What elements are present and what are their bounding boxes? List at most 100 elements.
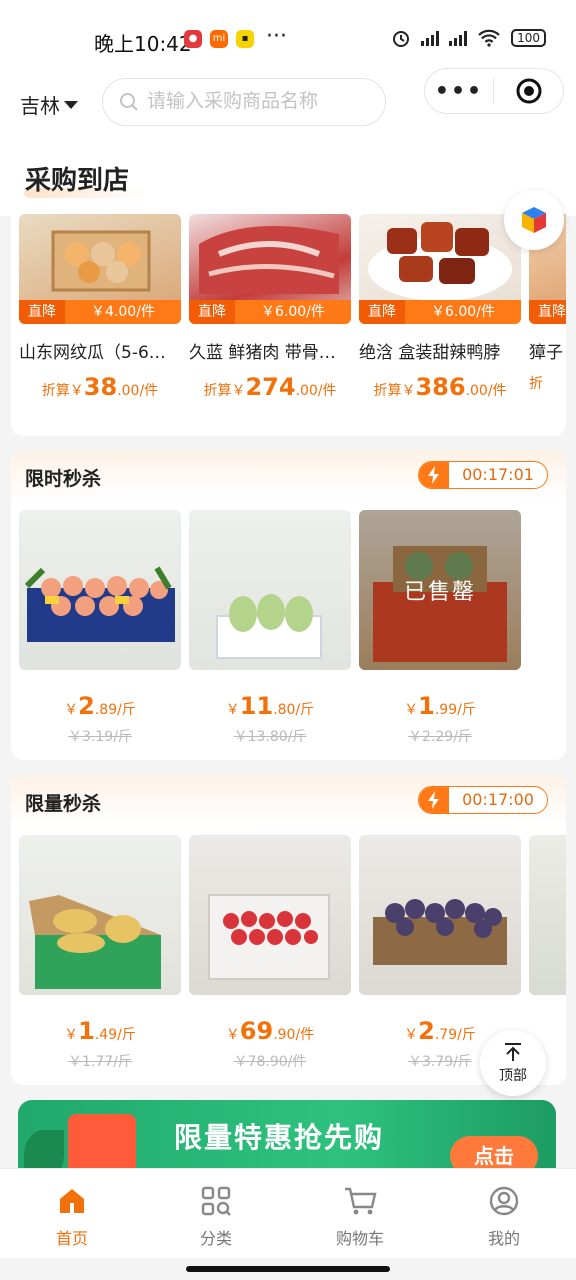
pineapple-box-illustration	[29, 895, 161, 989]
peach-crate-illustration	[24, 566, 175, 642]
sale-price: ￥1.49/斤	[19, 1017, 181, 1045]
price-int: 11	[239, 692, 274, 720]
flash-sale-list: ￥2.89/斤 ￥3.19/斤 ￥11.80/斤 ￥13.80/斤 已售罄 ￥1…	[19, 510, 521, 746]
tab-cart[interactable]: 购物车	[288, 1169, 432, 1258]
product-image: 直降 ￥6.00/件	[359, 214, 521, 324]
flash-item[interactable]: ￥69.90/件 ￥78.90/件	[189, 835, 351, 1071]
flash-sale-title: 限量秒杀	[25, 793, 102, 815]
tab-label: 我的	[487, 1229, 520, 1248]
procure-title: 采购到店	[25, 166, 130, 196]
category-icon	[201, 1186, 231, 1216]
original-price: ￥78.90/件	[233, 1054, 307, 1070]
more-notifications-icon: ···	[266, 24, 287, 49]
melon-box-illustration	[51, 230, 151, 292]
converted-price: 折算￥274.00/件	[189, 373, 351, 401]
home-icon	[60, 1189, 84, 1213]
yen: ￥	[404, 702, 419, 718]
price-dec: .79/斤	[434, 1027, 476, 1043]
status-right: 100	[391, 28, 546, 48]
price-dec: .49/斤	[94, 1027, 136, 1043]
tab-category[interactable]: 分类	[144, 1169, 288, 1258]
product-image	[189, 835, 351, 995]
procure-item[interactable]: 直降 ￥4.00/件 山东网纹瓜（5-6… 折算￥38.00/件	[19, 214, 181, 401]
product-name: 久蓝 鲜猪肉 带骨…	[189, 343, 336, 363]
product-name: 绝浛 盒装甜辣鸭脖	[359, 343, 501, 363]
tab-home[interactable]: 首页	[0, 1169, 144, 1258]
flash-item[interactable]: ￥2.89/斤 ￥3.19/斤	[19, 510, 181, 746]
price-drop-tag: 直降 ￥6.00/件	[359, 300, 521, 324]
target-icon	[516, 78, 541, 104]
floating-cube-button[interactable]	[504, 190, 564, 250]
original-price: ￥2.29/斤	[408, 729, 472, 745]
arrow-up-icon	[505, 1043, 521, 1061]
sold-out-overlay: 已售罄	[359, 510, 521, 670]
procure-card: 直降 ￥4.00/件 山东网纹瓜（5-6… 折算￥38.00/件 直降 ￥6.00/…	[11, 210, 566, 436]
price-int: 1	[418, 692, 435, 720]
product-image	[529, 835, 566, 995]
price-drop-tag: 直降 ￥6.00/件	[189, 300, 351, 324]
signal-icon	[449, 30, 468, 46]
converted-price: 折算￥386.00/件	[359, 373, 521, 401]
grape-crate-illustration	[216, 594, 322, 659]
product-image: 已售罄	[359, 510, 521, 670]
price-drop-tag: 直降	[529, 300, 566, 324]
original-price: ￥1.77/斤	[68, 1054, 132, 1070]
cube-icon	[522, 207, 546, 233]
search-box[interactable]	[102, 78, 386, 126]
back-to-top-button[interactable]: 顶部	[480, 1030, 546, 1096]
bottom-tab-bar: 首页 分类 购物车 我的	[0, 1168, 576, 1258]
duck-neck-illustration	[368, 222, 512, 300]
procure-item[interactable]: 直降 ￥6.00/件 绝浛 盒装甜辣鸭脖 折算￥386.00/件	[359, 214, 521, 401]
yen: ￥	[64, 702, 79, 718]
status-time: 晚上10:42	[94, 32, 192, 56]
flash-item[interactable]	[529, 835, 566, 1071]
wifi-icon	[478, 29, 500, 47]
product-image	[189, 510, 351, 670]
flash-item[interactable]: ￥11.80/斤 ￥13.80/斤	[189, 510, 351, 746]
notification-icons: ● mi ▪	[184, 30, 254, 48]
yen: ￥	[64, 1027, 79, 1043]
strawberry-box-illustration	[208, 894, 330, 980]
yen: ￥	[225, 702, 240, 718]
price-int: 386	[415, 373, 466, 401]
product-image: 直降 ￥4.00/件	[19, 214, 181, 324]
lightning-icon	[419, 787, 449, 813]
drop-amount: ￥4.00/件	[91, 304, 155, 320]
price-int: 38	[83, 373, 118, 401]
calc-label: 折	[529, 376, 543, 392]
flash-item[interactable]: ￥1.49/斤 ￥1.77/斤	[19, 835, 181, 1071]
tab-label: 首页	[55, 1229, 88, 1248]
city-selector[interactable]: 吉林	[20, 90, 78, 119]
price-dec: .99/斤	[434, 702, 476, 718]
countdown-text: 00:17:01	[462, 465, 534, 484]
home-indicator[interactable]	[186, 1266, 390, 1272]
calc-label: 折算￥	[203, 383, 246, 399]
flash-item[interactable]: 已售罄 ￥1.99/斤 ￥2.29/斤	[359, 510, 521, 746]
lightning-icon	[419, 462, 449, 488]
price-dec: .90/件	[273, 1027, 315, 1043]
flash-sale-list: ￥1.49/斤 ￥1.77/斤 ￥69.90/件 ￥78.90/件 ￥2.79/…	[19, 835, 566, 1071]
procure-item[interactable]: 直降 ￥6.00/件 久蓝 鲜猪肉 带骨… 折算￥274.00/件	[189, 214, 351, 401]
price-int: 2	[418, 1017, 435, 1045]
product-name: 山东网纹瓜（5-6…	[19, 343, 166, 363]
product-image	[19, 835, 181, 995]
procure-list: 直降 ￥4.00/件 山东网纹瓜（5-6… 折算￥38.00/件 直降 ￥6.00/…	[19, 214, 566, 401]
more-menu-button[interactable]: •••	[425, 79, 493, 104]
calc-label: 折算￥	[373, 383, 416, 399]
product-image	[19, 510, 181, 670]
signal-hd-icon	[421, 30, 440, 46]
yen: ￥	[225, 1027, 240, 1043]
sale-price: ￥11.80/斤	[189, 692, 351, 720]
search-icon	[120, 93, 138, 111]
product-name: 獐子	[529, 343, 563, 363]
search-input[interactable]	[147, 91, 367, 113]
flash-sale-time-card: 限时秒杀 00:17:01 ￥2.89/斤 ￥3.19/斤 ￥11.80/斤 ￥…	[11, 450, 566, 760]
back-to-top-label: 顶部	[499, 1068, 527, 1084]
price-int: 274	[245, 373, 296, 401]
yen: ￥	[404, 1027, 419, 1043]
sale-price: ￥1.99/斤	[359, 692, 521, 720]
drop-label: 直降	[529, 300, 566, 324]
price-dec: .00/件	[295, 383, 337, 399]
tab-profile[interactable]: 我的	[432, 1169, 576, 1258]
close-miniapp-button[interactable]	[494, 77, 563, 105]
